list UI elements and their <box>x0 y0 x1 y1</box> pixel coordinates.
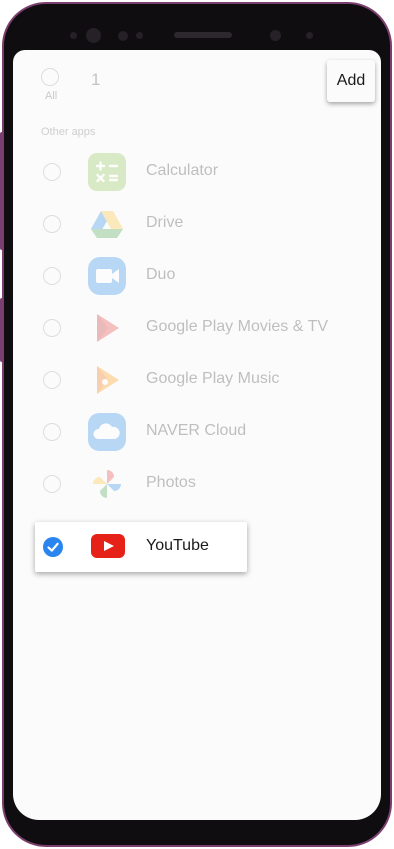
item-radio[interactable] <box>43 215 61 233</box>
iris-scanner <box>270 30 281 41</box>
volume-button <box>0 132 4 250</box>
section-header: Other apps <box>41 126 96 138</box>
list-item-calculator[interactable]: Calculator <box>13 146 381 198</box>
item-radio[interactable] <box>43 475 61 493</box>
list-item-youtube[interactable]: YouTube <box>35 522 247 572</box>
item-label: Google Play Movies & TV <box>146 318 329 335</box>
item-label: Photos <box>146 474 196 491</box>
earpiece-speaker <box>174 32 232 38</box>
youtube-icon <box>91 534 125 558</box>
item-radio[interactable] <box>43 423 61 441</box>
item-radio[interactable] <box>43 371 61 389</box>
sensor-bar <box>4 26 390 46</box>
sensor-dot <box>118 31 128 41</box>
select-all-radio[interactable] <box>41 68 59 86</box>
list-item-photos[interactable]: Photos <box>13 458 381 510</box>
selected-count: 1 <box>91 70 101 89</box>
add-button[interactable]: Add <box>327 60 375 102</box>
item-label: Calculator <box>146 162 219 179</box>
calculator-icon <box>88 153 126 191</box>
item-label: Duo <box>146 266 176 283</box>
item-label: Drive <box>146 214 184 231</box>
front-camera <box>86 28 101 43</box>
duo-icon <box>88 257 126 295</box>
sensor-dot <box>136 32 143 39</box>
phone-frame: All 1 Add Other apps Calculator Drive Du… <box>0 2 392 847</box>
item-label: NAVER Cloud <box>146 422 247 439</box>
bixby-button <box>0 298 4 362</box>
sensor-dot <box>306 32 313 39</box>
photos-icon <box>93 470 121 498</box>
app-picker-screen: All 1 Add Other apps Calculator Drive Du… <box>13 50 381 820</box>
item-label: Google Play Music <box>146 370 280 387</box>
checked-radio[interactable] <box>43 537 63 557</box>
list-item-naver-cloud[interactable]: NAVER Cloud <box>13 406 381 458</box>
select-all-row: All 1 Add <box>13 50 381 114</box>
play-movies-icon <box>97 314 119 342</box>
list-item-duo[interactable]: Duo <box>13 250 381 302</box>
list-item-drive[interactable]: Drive <box>13 198 381 250</box>
naver-cloud-icon <box>88 413 126 451</box>
checkmark-icon <box>47 542 59 552</box>
list-item-play-movies[interactable]: Google Play Movies & TV <box>13 302 381 354</box>
item-radio[interactable] <box>43 319 61 337</box>
item-radio[interactable] <box>43 267 61 285</box>
play-music-icon <box>97 366 119 394</box>
select-all-label: All <box>45 90 58 102</box>
item-radio[interactable] <box>43 163 61 181</box>
sensor-dot <box>70 32 77 39</box>
drive-icon <box>91 211 123 238</box>
list-item-play-music[interactable]: Google Play Music <box>13 354 381 406</box>
item-label: YouTube <box>146 537 209 554</box>
